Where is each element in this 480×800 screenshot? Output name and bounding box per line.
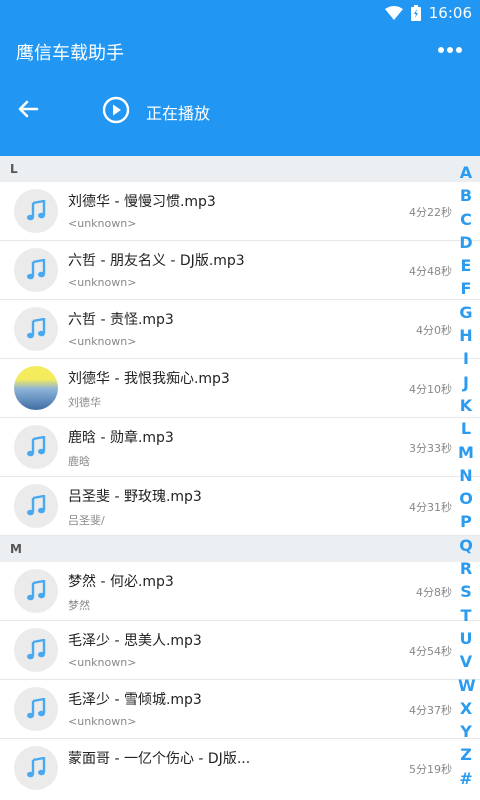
song-duration: 4分0秒: [416, 324, 452, 337]
song-title: 鹿晗 - 勋章.mp3: [68, 430, 174, 446]
song-duration: 4分48秒: [409, 265, 452, 278]
index-letter-d[interactable]: D: [458, 231, 474, 254]
music-note-icon: [14, 307, 58, 351]
song-artist: 吕圣斐/: [68, 514, 105, 527]
wifi-icon: [384, 6, 403, 20]
song-title: 六哲 - 朋友名义 - DJ版.mp3: [68, 253, 245, 269]
music-note-icon: [14, 687, 58, 731]
play-circle-icon[interactable]: [102, 96, 130, 124]
alphabet-index-bar[interactable]: A B C D E F G H I J K L M N O P Q R S T …: [458, 161, 476, 790]
index-letter-hash[interactable]: #: [458, 767, 474, 790]
song-duration: 5分19秒: [409, 763, 452, 776]
index-letter-c[interactable]: C: [458, 208, 474, 231]
music-note-icon: [14, 248, 58, 292]
index-letter-n[interactable]: N: [458, 464, 474, 487]
music-note-icon: [14, 425, 58, 469]
song-row[interactable]: 六哲 - 责怪.mp3 <unknown> 4分0秒: [0, 300, 480, 359]
index-letter-b[interactable]: B: [458, 184, 474, 207]
index-letter-l[interactable]: L: [458, 417, 474, 440]
song-row[interactable]: 吕圣斐 - 野玫瑰.mp3 吕圣斐/ 4分31秒: [0, 477, 480, 536]
album-art-image: [14, 366, 58, 410]
song-title: 毛泽少 - 思美人.mp3: [68, 633, 202, 649]
now-playing-label[interactable]: 正在播放: [146, 100, 210, 124]
index-letter-h[interactable]: H: [458, 324, 474, 347]
index-letter-a[interactable]: A: [458, 161, 474, 184]
song-row[interactable]: 六哲 - 朋友名义 - DJ版.mp3 <unknown> 4分48秒: [0, 241, 480, 300]
song-duration: 3分33秒: [409, 442, 452, 455]
song-artist: <unknown>: [68, 335, 137, 348]
index-letter-u[interactable]: U: [458, 627, 474, 650]
song-title: 梦然 - 何必.mp3: [68, 574, 174, 590]
section-header-l: L: [0, 156, 480, 182]
back-arrow-icon[interactable]: [15, 96, 41, 122]
app-title: 鹰信车载助手: [16, 43, 124, 64]
song-title: 刘德华 - 慢慢习惯.mp3: [68, 194, 216, 210]
music-note-icon: [14, 189, 58, 233]
song-title: 刘德华 - 我恨我痴心.mp3: [68, 371, 230, 387]
song-title: 蒙面哥 - 一亿个伤心 - DJ版...: [68, 751, 251, 767]
song-duration: 4分10秒: [409, 383, 452, 396]
song-artist: 鹿晗: [68, 455, 90, 468]
index-letter-v[interactable]: V: [458, 650, 474, 673]
index-letter-i[interactable]: I: [458, 347, 474, 370]
song-artist: <unknown>: [68, 656, 137, 669]
index-letter-k[interactable]: K: [458, 394, 474, 417]
index-letter-q[interactable]: Q: [458, 534, 474, 557]
more-options-icon[interactable]: [438, 46, 462, 54]
index-letter-o[interactable]: O: [458, 487, 474, 510]
song-title: 吕圣斐 - 野玫瑰.mp3: [68, 489, 202, 505]
song-duration: 4分22秒: [409, 206, 452, 219]
song-duration: 4分8秒: [416, 586, 452, 599]
song-artist: 刘德华: [68, 396, 101, 409]
status-icons: 16:06: [384, 4, 472, 22]
song-artist: <unknown>: [68, 276, 137, 289]
music-note-icon: [14, 484, 58, 528]
song-duration: 4分37秒: [409, 704, 452, 717]
index-letter-g[interactable]: G: [458, 301, 474, 324]
battery-icon: [410, 5, 421, 21]
status-time: 16:06: [428, 4, 472, 22]
status-bar: 16:06: [0, 0, 480, 26]
index-letter-s[interactable]: S: [458, 580, 474, 603]
song-artist: <unknown>: [68, 715, 137, 728]
index-letter-m[interactable]: M: [458, 441, 474, 464]
music-note-icon: [14, 746, 58, 790]
section-header-m: M: [0, 536, 480, 562]
song-title: 毛泽少 - 雪倾城.mp3: [68, 692, 202, 708]
music-note-icon: [14, 569, 58, 613]
index-letter-w[interactable]: W: [458, 674, 476, 697]
index-letter-y[interactable]: Y: [458, 720, 474, 743]
music-note-icon: [14, 628, 58, 672]
song-artist: 梦然: [68, 599, 90, 612]
section-letter: M: [10, 542, 22, 556]
index-letter-p[interactable]: P: [458, 510, 474, 533]
song-row[interactable]: 鹿晗 - 勋章.mp3 鹿晗 3分33秒: [0, 418, 480, 477]
section-letter: L: [10, 162, 18, 176]
app-bar: 鹰信车载助手 正在播放: [0, 26, 480, 156]
index-letter-e[interactable]: E: [458, 254, 474, 277]
song-artist: <unknown>: [68, 217, 137, 230]
index-letter-t[interactable]: T: [458, 604, 474, 627]
song-row[interactable]: 刘德华 - 我恨我痴心.mp3 刘德华 4分10秒: [0, 359, 480, 418]
song-row[interactable]: 毛泽少 - 思美人.mp3 <unknown> 4分54秒: [0, 621, 480, 680]
song-row[interactable]: 毛泽少 - 雪倾城.mp3 <unknown> 4分37秒: [0, 680, 480, 739]
song-title: 六哲 - 责怪.mp3: [68, 312, 174, 328]
index-letter-f[interactable]: F: [458, 277, 474, 300]
song-duration: 4分54秒: [409, 645, 452, 658]
index-letter-r[interactable]: R: [458, 557, 474, 580]
index-letter-x[interactable]: X: [458, 697, 474, 720]
index-letter-z[interactable]: Z: [458, 743, 474, 766]
song-row[interactable]: 梦然 - 何必.mp3 梦然 4分8秒: [0, 562, 480, 621]
song-duration: 4分31秒: [409, 501, 452, 514]
song-row[interactable]: 刘德华 - 慢慢习惯.mp3 <unknown> 4分22秒: [0, 182, 480, 241]
index-letter-j[interactable]: J: [458, 371, 474, 394]
song-row[interactable]: 蒙面哥 - 一亿个伤心 - DJ版... 5分19秒: [0, 739, 480, 800]
